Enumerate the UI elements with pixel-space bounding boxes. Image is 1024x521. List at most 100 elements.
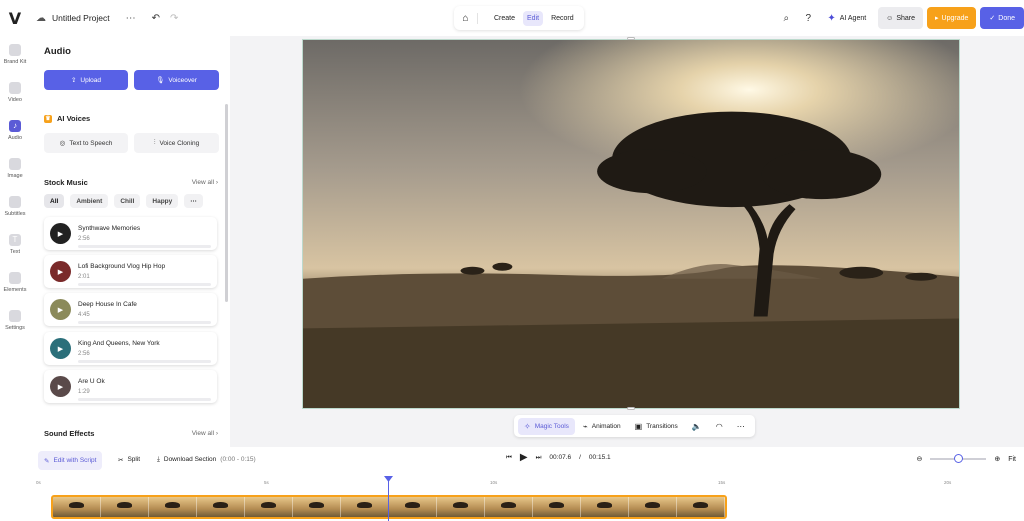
music-track[interactable]: ▶ Lofi Background Vlog Hip Hop 2:01 (44, 255, 217, 288)
video-icon (9, 82, 21, 94)
more-tools-button[interactable]: ⋯ (731, 418, 751, 435)
fit-button[interactable]: Fit (1008, 456, 1016, 463)
rail-item-video[interactable]: Video (0, 82, 30, 103)
mode-switcher: ⌂ Create Edit Record (454, 6, 584, 30)
clip-frame (581, 497, 629, 517)
music-track[interactable]: ▶ Deep House In Cafe 4:45 (44, 293, 217, 326)
zoom-slider-knob[interactable] (953, 454, 963, 463)
track-thumbnail[interactable]: ▶ (50, 338, 71, 359)
project-title[interactable]: Untitled Project (52, 13, 110, 23)
transitions-button[interactable]: ▣ Transitions (629, 418, 684, 435)
play-icon[interactable]: ▶ (520, 452, 528, 463)
upload-button[interactable]: ⇪ Upload (44, 70, 128, 90)
clip-frame (485, 497, 533, 517)
track-thumbnail[interactable]: ▶ (50, 261, 71, 282)
track-duration: 2:56 (78, 351, 90, 357)
chip-ambient[interactable]: Ambient (70, 194, 109, 208)
upgrade-button[interactable]: ▸ Upgrade (927, 7, 977, 29)
transitions-label: Transitions (646, 422, 678, 430)
zoom-slider[interactable] (930, 454, 987, 463)
rail-item-subtitles[interactable]: Subtitles (0, 196, 30, 217)
panel-scrollbar[interactable] (225, 104, 228, 302)
rail-label: Subtitles (4, 211, 26, 217)
rail-label: Video (8, 97, 22, 103)
zoom-out-icon[interactable]: ⊖ (916, 455, 922, 463)
rail-item-elements[interactable]: Elements (0, 272, 30, 293)
music-track[interactable]: ▶ King And Queens, New York 2:56 (44, 332, 217, 365)
redo-icon[interactable]: ↷ (170, 13, 178, 24)
mode-edit[interactable]: Edit (523, 10, 544, 26)
pencil-icon: ✎ (44, 457, 50, 465)
track-waveform (78, 360, 211, 363)
ai-voices-label: AI Voices (57, 114, 91, 123)
resize-handle-top[interactable] (627, 37, 635, 40)
music-track[interactable]: ▶ Synthwave Memories 2:56 (44, 217, 217, 250)
chip-all[interactable]: All (44, 194, 65, 208)
track-thumbnail[interactable]: ▶ (50, 223, 71, 244)
rewind-icon[interactable]: ⏮ (506, 454, 512, 462)
edit-with-script-button[interactable]: ✎ Edit with Script (38, 451, 103, 470)
help-icon[interactable]: ? (797, 13, 819, 24)
voice-cloning-button[interactable]: ⫶ Voice Cloning (134, 133, 219, 153)
split-button[interactable]: ✂ Split (118, 456, 140, 464)
playhead[interactable] (388, 477, 389, 521)
speed-button[interactable]: ◠ (710, 418, 729, 435)
app-logo[interactable]: V (0, 9, 30, 28)
view-all-label: View all (191, 430, 215, 437)
playback-controls: ⏮ ▶ ⏭ 00:07.6 / 00:15.1 (506, 452, 611, 463)
undo-icon[interactable]: ↶ (152, 13, 160, 24)
share-label: Share (896, 14, 916, 22)
chip-more[interactable]: ⋯ (184, 194, 203, 208)
volume-button[interactable]: 🔈 (686, 418, 708, 435)
brand-kit-icon (9, 44, 21, 56)
track-name: Lofi Background Vlog Hip Hop (78, 263, 166, 270)
current-time: 00:07.6 (549, 454, 572, 461)
magic-tools-button[interactable]: ✧ Magic Tools (518, 417, 575, 435)
video-clip[interactable] (51, 495, 727, 519)
rail-item-image[interactable]: Image (0, 158, 30, 179)
more-options-icon[interactable]: ⋯ (126, 13, 136, 24)
clip-frame (293, 497, 341, 517)
resize-handle-bottom[interactable] (627, 407, 635, 410)
panel-title: Audio (44, 46, 71, 57)
mode-create[interactable]: Create (490, 11, 519, 26)
track-thumbnail[interactable]: ▶ (50, 299, 71, 320)
ai-agent-button[interactable]: ✦ AI Agent (819, 13, 874, 24)
ruler-tick: 15s (718, 480, 726, 485)
rail-item-audio[interactable]: ♪ Audio (0, 120, 30, 141)
upload-label: Upload (80, 76, 102, 84)
rail-item-settings[interactable]: Settings (0, 310, 30, 331)
sound-effects-view-all[interactable]: View all › (192, 430, 218, 437)
rail-item-text[interactable]: T Text (0, 234, 30, 255)
chip-chill[interactable]: Chill (114, 194, 141, 208)
download-section-button[interactable]: ⤓ Download Section (0:00 - 0:15) (157, 456, 256, 464)
rail-label: Settings (5, 325, 25, 331)
rail-label: Brand Kit (3, 59, 27, 65)
music-track[interactable]: ▶ Are U Ok 1:29 (44, 370, 217, 403)
ruler-tick: 20s (944, 480, 952, 485)
track-thumbnail[interactable]: ▶ (50, 376, 71, 397)
clip-frame (101, 497, 149, 517)
mode-record[interactable]: Record (547, 11, 578, 26)
text-to-speech-button[interactable]: ◎ Text to Speech (44, 133, 128, 153)
timeline-ruler[interactable]: 0s 5s 10s 15s 20s (0, 476, 1024, 488)
ai-agent-label: AI Agent (839, 14, 867, 22)
stock-music-view-all[interactable]: View all › (192, 179, 218, 186)
zoom-in-icon[interactable]: ⊕ (994, 455, 1000, 463)
forward-icon[interactable]: ⏭ (536, 454, 542, 462)
share-button[interactable]: ☺ Share (878, 7, 924, 29)
search-icon[interactable]: ⌕ (775, 13, 797, 24)
track-duration: 4:45 (78, 312, 90, 318)
rail-item-brand-kit[interactable]: Brand Kit (0, 44, 30, 65)
done-button[interactable]: ✓ Done (980, 7, 1024, 29)
animation-button[interactable]: ⌁ Animation (577, 418, 627, 435)
voiceover-button[interactable]: 🎙 Voiceover (134, 70, 219, 90)
chip-happy[interactable]: Happy (146, 194, 179, 208)
audio-icon: ♪ (9, 120, 21, 132)
video-preview[interactable] (302, 39, 960, 409)
clip-frame (533, 497, 581, 517)
settings-icon (9, 310, 21, 322)
home-icon[interactable]: ⌂ (460, 12, 478, 24)
volume-icon: 🔈 (691, 421, 702, 431)
ruler-tick: 10s (490, 480, 498, 485)
